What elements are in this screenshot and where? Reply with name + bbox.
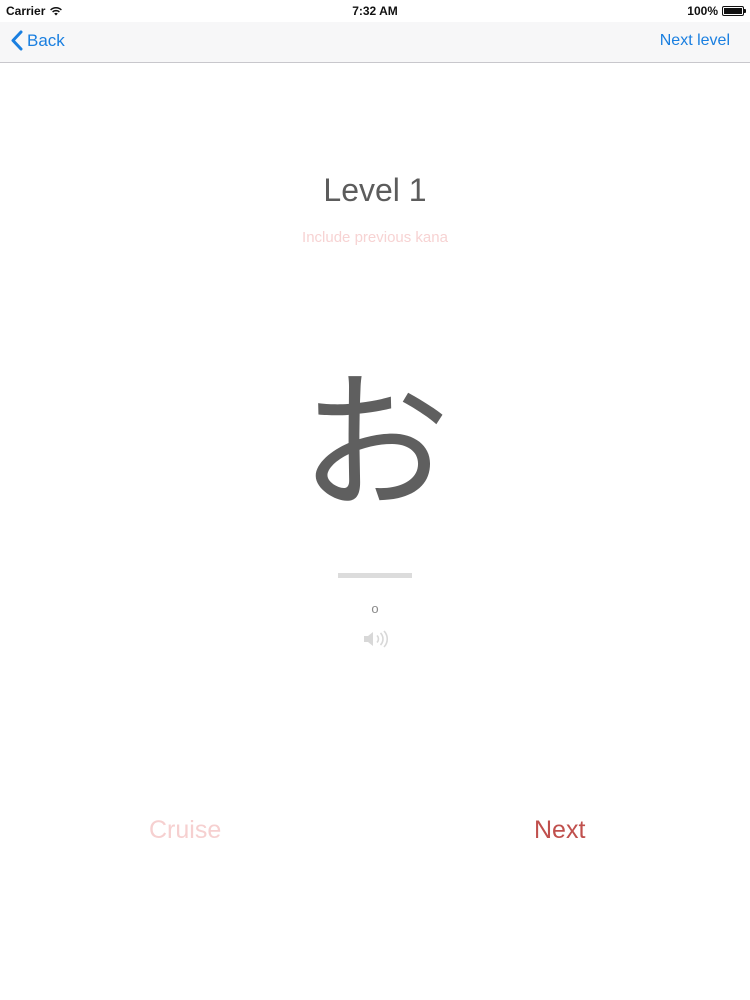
speaker-icon[interactable]: [362, 630, 390, 648]
cruise-button[interactable]: Cruise: [149, 816, 221, 845]
next-level-button[interactable]: Next level: [660, 32, 730, 50]
include-previous-kana-toggle[interactable]: Include previous kana: [0, 229, 750, 246]
chevron-left-icon: [10, 30, 23, 51]
kana-lesson-screen: Carrier 7:32 AM 100% Back Next level Lev…: [0, 0, 750, 1000]
kana-character: お: [299, 358, 450, 532]
status-right: 100%: [687, 4, 746, 18]
back-button[interactable]: Back: [10, 30, 65, 51]
navigation-bar: Back Next level: [0, 22, 750, 63]
battery-icon: [722, 6, 746, 16]
battery-percent: 100%: [687, 4, 718, 18]
romaji-reading: o: [371, 601, 379, 616]
battery-fill: [724, 8, 742, 14]
status-bar: Carrier 7:32 AM 100%: [0, 0, 750, 22]
next-button[interactable]: Next: [534, 816, 585, 845]
status-time: 7:32 AM: [352, 4, 398, 18]
back-label: Back: [27, 30, 65, 50]
level-title: Level 1: [323, 172, 427, 208]
answer-underline: [338, 573, 412, 578]
